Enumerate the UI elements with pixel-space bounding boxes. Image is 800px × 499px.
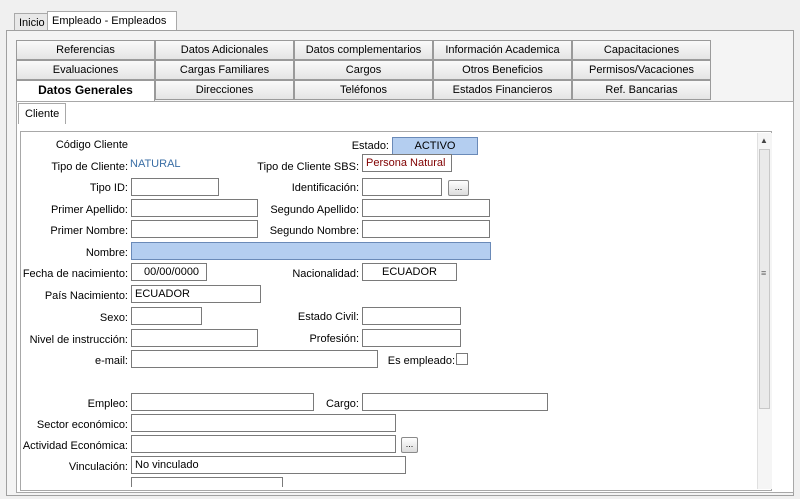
email-field[interactable] — [131, 350, 378, 368]
pais-nacimiento-label: País Nacimiento: — [44, 290, 128, 302]
sector-economico-label: Sector económico: — [36, 419, 128, 431]
tab-cargos[interactable]: Cargos — [294, 60, 433, 80]
scrollbar-thumb[interactable]: ≡ — [759, 149, 770, 409]
tab-referencias[interactable]: Referencias — [16, 40, 155, 60]
email-label: e-mail: — [94, 355, 128, 367]
primer-nombre-field[interactable] — [131, 220, 258, 238]
next-row-field[interactable] — [131, 477, 283, 487]
nivel-instruccion-label: Nivel de instrucción: — [29, 334, 128, 346]
primer-nombre-label: Primer Nombre: — [50, 225, 128, 237]
actividad-economica-label: Actividad Económica: — [22, 440, 128, 452]
tab-evaluaciones[interactable]: Evaluaciones — [16, 60, 155, 80]
empleo-field[interactable] — [131, 393, 314, 411]
tab-inicio[interactable]: Inicio — [14, 13, 50, 31]
nacionalidad-field[interactable]: ECUADOR — [362, 263, 457, 281]
nombre-label: Nombre: — [85, 247, 128, 259]
tipo-cliente-sbs-field[interactable]: Persona Natural — [362, 154, 452, 172]
tab-telefonos[interactable]: Teléfonos — [294, 80, 433, 100]
tab-direcciones[interactable]: Direcciones — [155, 80, 294, 100]
profesion-label: Profesión: — [309, 333, 359, 345]
segundo-apellido-field[interactable] — [362, 199, 490, 217]
profesion-field[interactable] — [362, 329, 461, 347]
tab-datos-generales[interactable]: Datos Generales — [16, 80, 155, 102]
segundo-nombre-label: Segundo Nombre: — [269, 225, 359, 237]
segundo-nombre-field[interactable] — [362, 220, 490, 238]
estado-label: Estado: — [351, 140, 389, 152]
tab-cliente[interactable]: Cliente — [18, 103, 67, 124]
es-empleado-checkbox[interactable] — [456, 353, 468, 365]
actividad-economica-field[interactable] — [131, 435, 396, 453]
estado-civil-field[interactable] — [362, 307, 461, 325]
fecha-nacimiento-field[interactable]: 00/00/0000 — [131, 263, 207, 281]
tipo-cliente-value: NATURAL — [130, 158, 181, 170]
vinculacion-field[interactable]: No vinculado — [131, 456, 406, 474]
cargo-label: Cargo: — [325, 398, 359, 410]
tab-capacitaciones[interactable]: Capacitaciones — [572, 40, 711, 60]
primer-apellido-field[interactable] — [131, 199, 258, 217]
identificacion-lookup-button[interactable]: ... — [448, 180, 469, 196]
identificacion-field[interactable] — [362, 178, 442, 196]
actividad-economica-lookup-button[interactable]: ... — [401, 437, 418, 453]
sexo-field[interactable] — [131, 307, 202, 325]
tab-estados-financieros[interactable]: Estados Financieros — [433, 80, 572, 100]
codigo-cliente-label: Código Cliente — [55, 139, 128, 151]
tipo-id-field[interactable] — [131, 178, 219, 196]
tab-informacion-academica[interactable]: Información Academica — [433, 40, 572, 60]
segundo-apellido-label: Segundo Apellido: — [270, 204, 359, 216]
tab-otros-beneficios[interactable]: Otros Beneficios — [433, 60, 572, 80]
cargo-field[interactable] — [362, 393, 548, 411]
tab-empleado-empleados[interactable]: Empleado - Empleados — [47, 11, 178, 31]
tab-datos-adicionales[interactable]: Datos Adicionales — [155, 40, 294, 60]
estado-civil-label: Estado Civil: — [297, 311, 359, 323]
scroll-up-arrow-icon[interactable]: ▲ — [760, 136, 768, 145]
grip-icon: ≡ — [761, 268, 767, 278]
vinculacion-label: Vinculación: — [68, 461, 128, 473]
tipo-id-label: Tipo ID: — [89, 182, 128, 194]
estado-field[interactable]: ACTIVO — [392, 137, 478, 155]
sexo-label: Sexo: — [99, 312, 128, 324]
tab-ref-bancarias[interactable]: Ref. Bancarias — [572, 80, 711, 100]
nivel-instruccion-field[interactable] — [131, 329, 258, 347]
identificacion-label: Identificación: — [291, 182, 359, 194]
pais-nacimiento-field[interactable]: ECUADOR — [131, 285, 261, 303]
tab-datos-complementarios[interactable]: Datos complementarios — [294, 40, 433, 60]
tipo-cliente-label: Tipo de Cliente: — [51, 161, 128, 173]
nombre-field[interactable] — [131, 242, 491, 260]
tipo-cliente-sbs-label: Tipo de Cliente SBS: — [257, 161, 359, 173]
vertical-scrollbar[interactable]: ▲ ≡ — [757, 133, 772, 489]
tab-permisos-vacaciones[interactable]: Permisos/Vacaciones — [572, 60, 711, 80]
fecha-nacimiento-label: Fecha de nacimiento: — [22, 268, 128, 280]
empleo-label: Empleo: — [87, 398, 128, 410]
tab-cargas-familiares[interactable]: Cargas Familiares — [155, 60, 294, 80]
es-empleado-label: Es empleado: — [387, 355, 455, 367]
primer-apellido-label: Primer Apellido: — [50, 204, 128, 216]
nacionalidad-label: Nacionalidad: — [292, 268, 359, 280]
sector-economico-field[interactable] — [131, 414, 396, 432]
